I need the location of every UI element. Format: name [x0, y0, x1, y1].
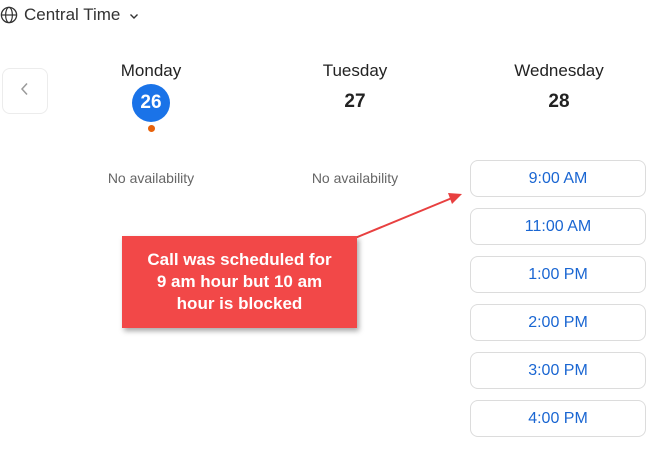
timezone-label: Central Time	[24, 5, 121, 24]
time-slot-button[interactable]: 2:00 PM	[470, 304, 646, 341]
today-indicator-dot	[147, 125, 155, 132]
time-slot-button[interactable]: 9:00 AM	[470, 160, 646, 197]
day-header-wednesday[interactable]: Wednesday 28	[479, 60, 639, 114]
day-header-monday[interactable]: Monday 26	[71, 60, 231, 132]
chevron-left-icon	[18, 81, 32, 102]
time-slot-button[interactable]: 11:00 AM	[470, 208, 646, 245]
chevron-down-icon	[128, 9, 140, 21]
day-name: Monday	[120, 61, 182, 80]
previous-week-button[interactable]	[2, 68, 48, 114]
timezone-selector[interactable]: Central Time	[0, 4, 140, 26]
time-slot-button[interactable]: 4:00 PM	[470, 400, 646, 437]
day-name: Tuesday	[322, 61, 388, 80]
annotation-callout: Call was scheduled for 9 am hour but 10 …	[122, 236, 357, 328]
annotation-line: 9 am hour but 10 am	[156, 272, 323, 291]
globe-icon	[0, 6, 18, 24]
day-date: 28	[548, 91, 570, 112]
selected-date-badge[interactable]: 26	[132, 84, 170, 122]
day-name: Wednesday	[514, 61, 604, 80]
annotation-line: Call was scheduled for	[147, 250, 332, 269]
no-availability-text: No availability	[311, 170, 399, 186]
day-date: 27	[344, 91, 366, 112]
no-availability-text: No availability	[107, 170, 195, 186]
time-slot-button[interactable]: 1:00 PM	[470, 256, 646, 293]
time-slot-button[interactable]: 3:00 PM	[470, 352, 646, 389]
day-header-tuesday[interactable]: Tuesday 27	[275, 60, 435, 114]
annotation-line: hour is blocked	[176, 294, 303, 313]
